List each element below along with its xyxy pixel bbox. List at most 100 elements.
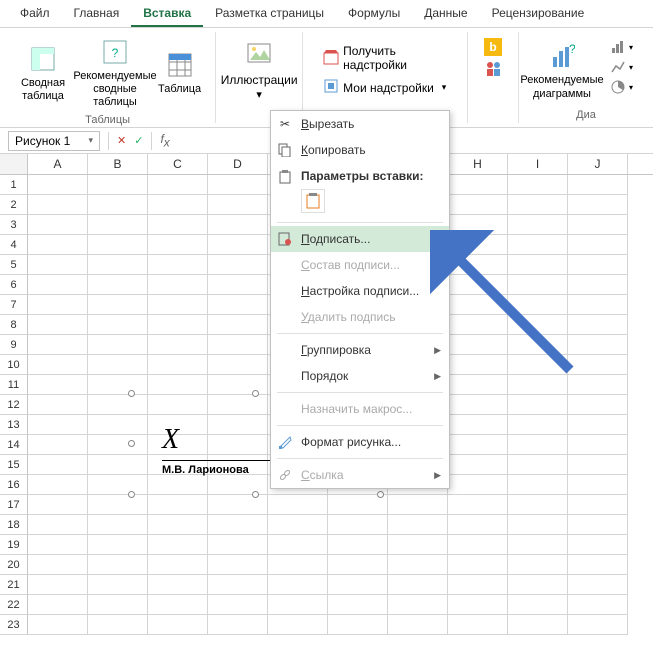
cell[interactable] <box>88 255 148 275</box>
cell[interactable] <box>448 255 508 275</box>
cell[interactable] <box>328 575 388 595</box>
cell[interactable] <box>148 535 208 555</box>
cell[interactable] <box>28 355 88 375</box>
cell[interactable] <box>148 255 208 275</box>
cell[interactable] <box>268 595 328 615</box>
cell[interactable] <box>448 295 508 315</box>
cell[interactable] <box>448 215 508 235</box>
cell[interactable] <box>148 275 208 295</box>
row-header[interactable]: 22 <box>0 595 28 615</box>
row-header[interactable]: 14 <box>0 435 28 455</box>
my-addins-button[interactable]: Мои надстройки ▾ <box>317 76 453 99</box>
cell[interactable] <box>448 195 508 215</box>
cell[interactable] <box>208 255 268 275</box>
row-header[interactable]: 21 <box>0 575 28 595</box>
cell[interactable] <box>388 515 448 535</box>
cell[interactable] <box>508 495 568 515</box>
cell[interactable] <box>448 175 508 195</box>
cell[interactable] <box>448 615 508 635</box>
menu-order[interactable]: Порядок ▶ <box>271 363 449 389</box>
illustrations-button[interactable]: Иллюстрации ▾ <box>224 34 294 107</box>
cell[interactable] <box>388 595 448 615</box>
cell[interactable] <box>508 415 568 435</box>
cell[interactable] <box>508 395 568 415</box>
get-addins-button[interactable]: Получить надстройки <box>317 42 453 74</box>
cell[interactable] <box>148 555 208 575</box>
cell[interactable] <box>88 335 148 355</box>
tab-data[interactable]: Данные <box>412 0 479 27</box>
cell[interactable] <box>508 435 568 455</box>
cell[interactable] <box>508 515 568 535</box>
cell[interactable] <box>148 215 208 235</box>
cell[interactable] <box>28 415 88 435</box>
cell[interactable] <box>508 275 568 295</box>
row-header[interactable]: 11 <box>0 375 28 395</box>
tab-file[interactable]: Файл <box>8 0 62 27</box>
row-header[interactable]: 10 <box>0 355 28 375</box>
cell[interactable] <box>28 195 88 215</box>
cell[interactable] <box>208 515 268 535</box>
cell[interactable] <box>28 455 88 475</box>
cell[interactable] <box>148 355 208 375</box>
cell[interactable] <box>568 255 628 275</box>
row-header[interactable]: 13 <box>0 415 28 435</box>
cell[interactable] <box>88 355 148 375</box>
cell[interactable] <box>508 295 568 315</box>
cell[interactable] <box>508 235 568 255</box>
col-header[interactable]: C <box>148 154 208 174</box>
cell[interactable] <box>508 175 568 195</box>
cell[interactable] <box>568 315 628 335</box>
cell[interactable] <box>88 535 148 555</box>
cell[interactable] <box>328 555 388 575</box>
cell[interactable] <box>88 515 148 535</box>
cell[interactable] <box>88 215 148 235</box>
cell[interactable] <box>28 535 88 555</box>
row-header[interactable]: 7 <box>0 295 28 315</box>
cell[interactable] <box>508 475 568 495</box>
cell[interactable] <box>268 495 328 515</box>
cell[interactable] <box>568 595 628 615</box>
cell[interactable] <box>28 375 88 395</box>
row-header[interactable]: 19 <box>0 535 28 555</box>
cell[interactable] <box>508 315 568 335</box>
tab-formulas[interactable]: Формулы <box>336 0 412 27</box>
cell[interactable] <box>568 335 628 355</box>
pivot-table-button[interactable]: Своднаятаблица <box>8 34 78 112</box>
enter-icon[interactable]: ✓ <box>134 134 143 147</box>
chart-type-1[interactable]: ▾ <box>605 38 639 56</box>
cell[interactable] <box>208 195 268 215</box>
chart-type-3[interactable]: ▾ <box>605 78 639 96</box>
cell[interactable] <box>88 175 148 195</box>
col-header[interactable]: D <box>208 154 268 174</box>
row-header[interactable]: 3 <box>0 215 28 235</box>
cell[interactable] <box>448 575 508 595</box>
row-header[interactable]: 4 <box>0 235 28 255</box>
resize-handle[interactable] <box>252 390 259 397</box>
cell[interactable] <box>268 575 328 595</box>
cell[interactable] <box>28 515 88 535</box>
cell[interactable] <box>508 195 568 215</box>
chart-type-2[interactable]: ▾ <box>605 58 639 76</box>
name-box[interactable]: Рисунок 1 ▾ <box>8 131 100 151</box>
cell[interactable] <box>508 535 568 555</box>
cell[interactable] <box>508 255 568 275</box>
cell[interactable] <box>448 335 508 355</box>
cell[interactable] <box>148 315 208 335</box>
tab-home[interactable]: Главная <box>62 0 132 27</box>
select-all-corner[interactable] <box>0 154 28 174</box>
fx-icon[interactable]: fx <box>160 132 169 149</box>
cell[interactable] <box>568 235 628 255</box>
col-header[interactable]: I <box>508 154 568 174</box>
cell[interactable] <box>208 215 268 235</box>
cell[interactable] <box>28 335 88 355</box>
cell[interactable] <box>448 435 508 455</box>
cell[interactable] <box>88 575 148 595</box>
cell[interactable] <box>28 215 88 235</box>
cell[interactable] <box>508 555 568 575</box>
cell[interactable] <box>508 595 568 615</box>
cell[interactable] <box>508 455 568 475</box>
cell[interactable] <box>568 195 628 215</box>
menu-copy[interactable]: Копировать <box>271 137 449 163</box>
row-header[interactable]: 12 <box>0 395 28 415</box>
paste-option-default[interactable] <box>301 189 325 213</box>
